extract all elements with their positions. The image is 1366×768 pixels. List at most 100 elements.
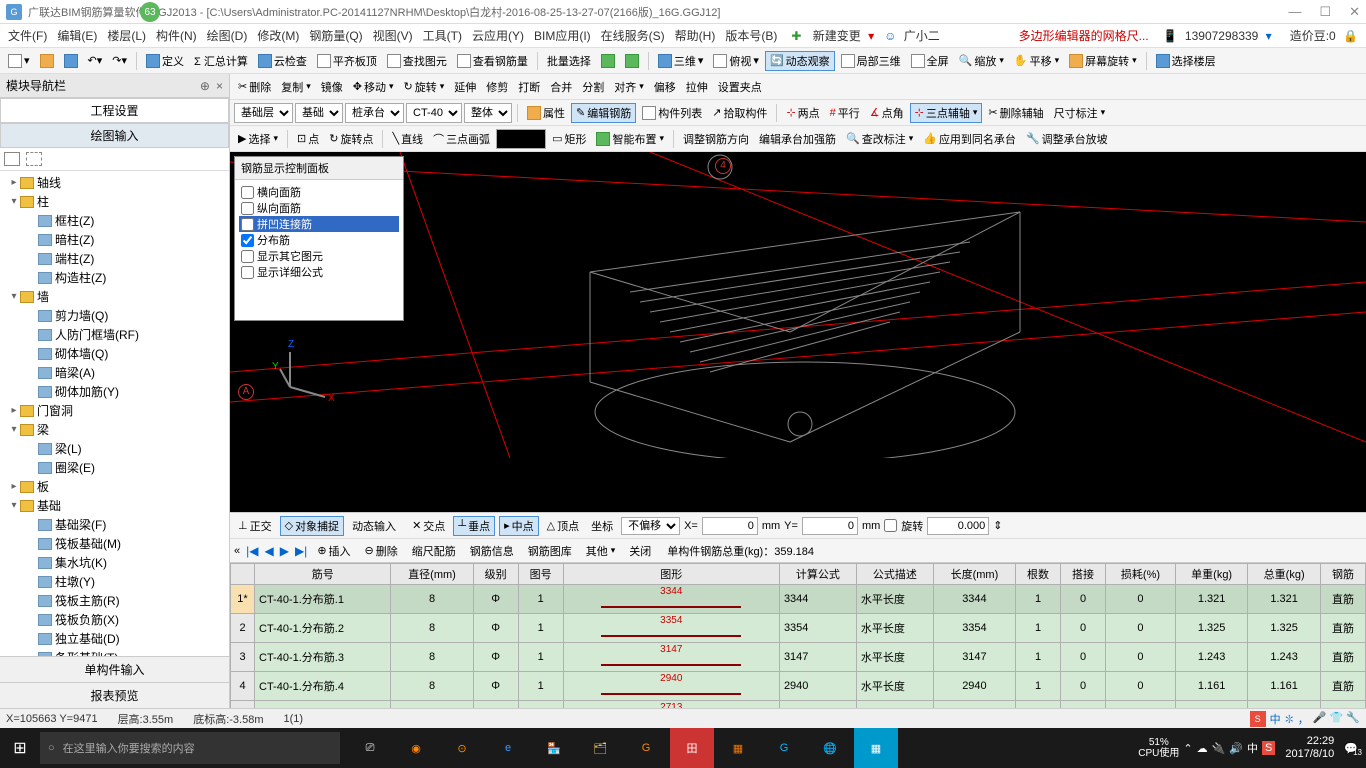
- table-row[interactable]: 4CT-40-1.分布筋.48Φ129402940水平长度29401001.16…: [231, 672, 1366, 701]
- col-header[interactable]: 公式描述: [856, 564, 933, 585]
- trim-button[interactable]: 修剪: [482, 77, 512, 97]
- screen-rotate-button[interactable]: 屏幕旋转: [1065, 51, 1141, 71]
- store-icon[interactable]: 🏪: [532, 728, 576, 768]
- combo-color[interactable]: [496, 129, 546, 149]
- menu-view[interactable]: 视图(V): [369, 25, 417, 46]
- smart-layout-button[interactable]: 智能布置: [592, 129, 668, 149]
- zoom-button[interactable]: 🔍缩放: [955, 51, 1008, 71]
- menu-component[interactable]: 构件(N): [152, 25, 201, 46]
- taskview-icon[interactable]: ⎚: [348, 728, 392, 768]
- tab-single-input[interactable]: 单构件输入: [0, 656, 229, 682]
- mirror-button[interactable]: 镜像: [317, 77, 347, 97]
- tray-up-icon[interactable]: ⌃: [1183, 742, 1192, 755]
- break-button[interactable]: 打断: [514, 77, 544, 97]
- gxe-button[interactable]: ☺ 广小二: [880, 25, 948, 46]
- component-list-button[interactable]: 构件列表: [638, 103, 706, 123]
- tree-node[interactable]: ▸门窗洞: [2, 401, 227, 420]
- combo-type[interactable]: 桩承台: [345, 103, 404, 123]
- col-header[interactable]: 根数: [1016, 564, 1061, 585]
- switch1-icon[interactable]: [597, 52, 619, 70]
- split-button[interactable]: 分割: [578, 77, 608, 97]
- phone-label[interactable]: 📱 13907298339 ▾: [1159, 27, 1276, 45]
- angle-input[interactable]: [927, 517, 989, 535]
- rebar-table[interactable]: 筋号直径(mm)级别图号图形计算公式公式描述长度(mm)根数搭接损耗(%)单重(…: [230, 563, 1366, 708]
- app-g1-icon[interactable]: G: [624, 728, 668, 768]
- extend-button[interactable]: 延伸: [450, 77, 480, 97]
- tree-node[interactable]: 圈梁(E): [2, 458, 227, 477]
- mini-collapse-icon[interactable]: [26, 152, 42, 166]
- tree-node[interactable]: 独立基础(D): [2, 629, 227, 648]
- angle-stepper-icon[interactable]: ⇕: [993, 519, 1002, 532]
- tree-node[interactable]: 端柱(Z): [2, 249, 227, 268]
- cloud-check-button[interactable]: 云检查: [254, 51, 311, 71]
- tree-node[interactable]: ▾基础: [2, 496, 227, 515]
- col-header[interactable]: 总重(kg): [1248, 564, 1321, 585]
- explorer-icon[interactable]: 🗂: [578, 728, 622, 768]
- col-header[interactable]: 损耗(%): [1106, 564, 1176, 585]
- tree-node[interactable]: 构造柱(Z): [2, 268, 227, 287]
- move-button[interactable]: ✥移动: [349, 77, 398, 97]
- adjust-slope-button[interactable]: 🔧调整承台放坡: [1022, 129, 1112, 149]
- rect-button[interactable]: ▭矩形: [548, 129, 590, 149]
- tab-project-settings[interactable]: 工程设置: [0, 98, 229, 123]
- menu-bim[interactable]: BIM应用(I): [530, 25, 595, 46]
- tree-node[interactable]: 砌体墙(Q): [2, 344, 227, 363]
- rotate-point-button[interactable]: ↻旋转点: [325, 129, 377, 149]
- table-row[interactable]: 2CT-40-1.分布筋.28Φ133543354水平长度33541001.32…: [231, 614, 1366, 643]
- start-button[interactable]: ⊞: [0, 728, 40, 768]
- tree-node[interactable]: 筏板负筋(X): [2, 610, 227, 629]
- nav-last[interactable]: ▶|: [295, 544, 307, 558]
- tab-report-preview[interactable]: 报表预览: [0, 682, 229, 708]
- offset-combo[interactable]: 不偏移: [621, 517, 680, 535]
- open-icon[interactable]: [36, 52, 58, 70]
- fullscreen-button[interactable]: 全屏: [907, 51, 953, 71]
- taskbar-clock[interactable]: 22:29 2017/8/10: [1279, 735, 1340, 761]
- display-option[interactable]: 显示详细公式: [239, 264, 399, 280]
- snap-top[interactable]: △顶点: [543, 516, 583, 536]
- point-button[interactable]: ⊡点: [293, 129, 323, 149]
- redo-icon[interactable]: ↷▾: [108, 52, 131, 69]
- tree-node[interactable]: 柱墩(Y): [2, 572, 227, 591]
- angle-button[interactable]: ∡点角: [866, 103, 908, 123]
- setclip-button[interactable]: 设置夹点: [714, 77, 766, 97]
- col-header[interactable]: 单重(kg): [1175, 564, 1248, 585]
- topview-button[interactable]: 俯视▾: [709, 51, 763, 71]
- col-header[interactable]: [231, 564, 255, 585]
- attr-button[interactable]: 属性: [523, 103, 569, 123]
- snap-mid[interactable]: ▸中点: [499, 516, 539, 536]
- tray-net-icon[interactable]: 🔌: [1212, 742, 1226, 755]
- tray-vol-icon[interactable]: 🔊: [1229, 742, 1243, 755]
- warning-text[interactable]: 多边形编辑器的网格尺...: [1015, 25, 1153, 46]
- rebar-table-wrap[interactable]: 筋号直径(mm)级别图号图形计算公式公式描述长度(mm)根数搭接损耗(%)单重(…: [230, 562, 1366, 708]
- view-steel-button[interactable]: 查看钢筋量: [453, 51, 532, 71]
- tree-node[interactable]: ▾墙: [2, 287, 227, 306]
- edit-rebar-button[interactable]: ✎编辑钢筋: [571, 103, 636, 123]
- app-g3-icon[interactable]: ▦: [716, 728, 760, 768]
- insert-row-button[interactable]: ⊕插入: [313, 541, 354, 561]
- table-row[interactable]: 1*CT-40-1.分布筋.18Φ133443344水平长度33441001.3…: [231, 585, 1366, 614]
- tree-node[interactable]: 基础梁(F): [2, 515, 227, 534]
- viewport-3d[interactable]: 钢筋显示控制面板 横向面筋 纵向面筋 拼凹连接筋 分布筋 显示其它图元 显示详细…: [230, 152, 1366, 512]
- dyn-input-toggle[interactable]: 动态输入: [348, 516, 400, 536]
- col-header[interactable]: 钢筋: [1320, 564, 1365, 585]
- col-header[interactable]: 直径(mm): [391, 564, 473, 585]
- dimension-button[interactable]: 尺寸标注: [1050, 103, 1110, 123]
- menu-help[interactable]: 帮助(H): [671, 25, 720, 46]
- tree-node[interactable]: 框柱(Z): [2, 211, 227, 230]
- dynamic-view-button[interactable]: 🔄 动态观察: [765, 51, 835, 71]
- apply-same-button[interactable]: 👍应用到同名承台: [919, 129, 1020, 149]
- tree-node[interactable]: ▸轴线: [2, 173, 227, 192]
- pick-button[interactable]: ↗拾取构件: [708, 103, 771, 123]
- maximize-icon[interactable]: ☐: [1319, 4, 1331, 20]
- parallel-button[interactable]: #平行: [826, 103, 864, 123]
- tree-node[interactable]: 剪力墙(Q): [2, 306, 227, 325]
- align-button[interactable]: 对齐: [610, 77, 648, 97]
- scale-rebar-button[interactable]: 缩尺配筋: [408, 541, 460, 561]
- combo-whole[interactable]: 整体: [464, 103, 512, 123]
- select-floor-button[interactable]: 选择楼层: [1152, 51, 1220, 71]
- notifications-icon[interactable]: 💬13: [1344, 742, 1358, 755]
- batch-sel-button[interactable]: 批量选择: [543, 51, 595, 71]
- copy-button[interactable]: 复制: [277, 77, 315, 97]
- find-button[interactable]: 查找图元: [383, 51, 451, 71]
- combo-floor[interactable]: 基础层: [234, 103, 293, 123]
